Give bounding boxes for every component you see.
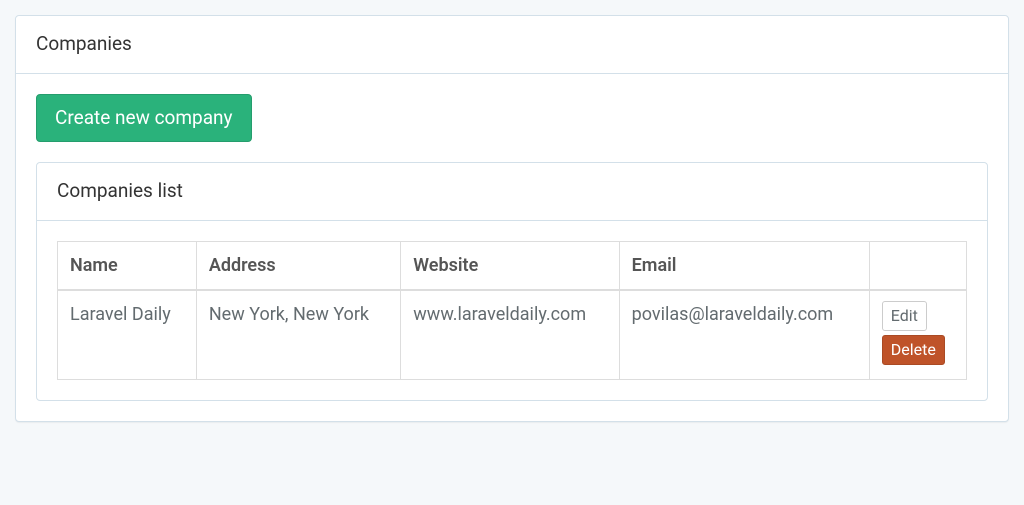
col-address: Address xyxy=(196,241,400,290)
col-actions xyxy=(869,241,966,290)
cell-actions: Edit Delete xyxy=(869,290,966,380)
cell-email: povilas@laraveldaily.com xyxy=(619,290,869,380)
companies-table: Name Address Website Email Laravel Daily… xyxy=(57,241,967,380)
list-heading: Companies list xyxy=(37,163,987,221)
edit-button[interactable]: Edit xyxy=(882,301,927,331)
col-website: Website xyxy=(401,241,619,290)
col-name: Name xyxy=(58,241,197,290)
panel-body: Create new company Companies list Name A… xyxy=(16,74,1008,421)
page-title: Companies xyxy=(16,16,1008,74)
col-email: Email xyxy=(619,241,869,290)
companies-list-panel: Companies list Name Address Website Emai… xyxy=(36,162,988,401)
cell-name: Laravel Daily xyxy=(58,290,197,380)
list-body: Name Address Website Email Laravel Daily… xyxy=(37,221,987,400)
delete-button[interactable]: Delete xyxy=(882,335,945,365)
table-row: Laravel Daily New York, New York www.lar… xyxy=(58,290,967,380)
cell-website: www.laraveldaily.com xyxy=(401,290,619,380)
cell-address: New York, New York xyxy=(196,290,400,380)
table-header-row: Name Address Website Email xyxy=(58,241,967,290)
companies-panel: Companies Create new company Companies l… xyxy=(15,15,1009,422)
create-company-button[interactable]: Create new company xyxy=(36,94,252,143)
